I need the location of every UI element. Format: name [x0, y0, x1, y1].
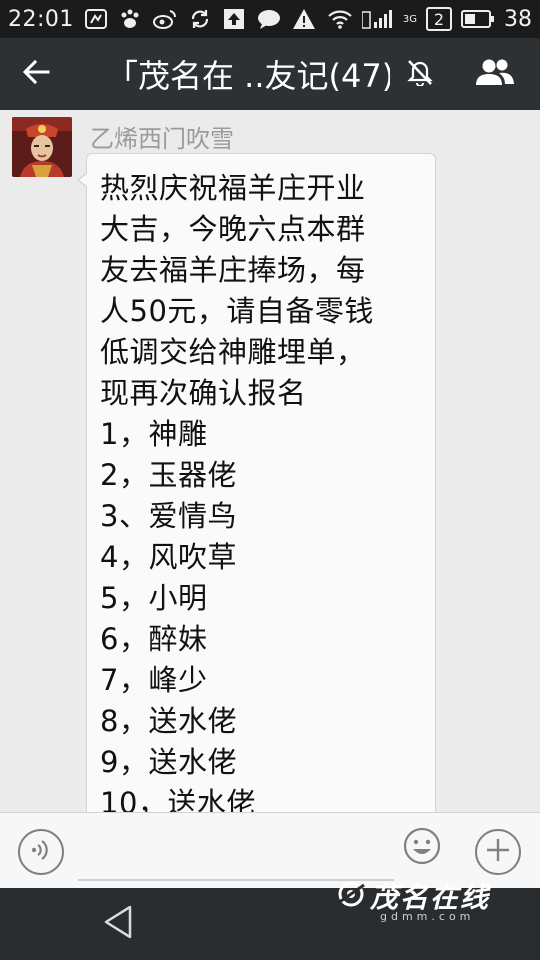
battery-icon	[461, 7, 495, 31]
chat-header: 「茂名在 ..友记(47)	[0, 38, 540, 110]
message-line: 9，送水佬	[100, 745, 237, 779]
voice-button[interactable]	[18, 829, 64, 875]
wifi-icon	[327, 7, 353, 31]
message-line: 10，送水佬	[100, 786, 256, 812]
message-line: 人50元，请自备零钱	[100, 294, 374, 328]
upload-icon	[222, 7, 246, 31]
message-line: 1，神雕	[100, 417, 208, 451]
avatar[interactable]	[12, 117, 72, 177]
message-line: 6，醉妹	[100, 622, 208, 656]
emoji-icon	[403, 827, 441, 869]
message-line: 低调交给神雕埋单，	[100, 335, 366, 369]
back-button[interactable]	[0, 38, 72, 110]
message-line: 8，送水佬	[100, 704, 237, 738]
message-bubble[interactable]: 热烈庆祝福羊庄开业 大吉，今晚六点本群 友去福羊庄捧场，每 人50元，请自备零钱…	[77, 153, 436, 812]
members-button[interactable]	[450, 38, 540, 110]
paw-icon	[118, 7, 142, 31]
sender-name: 乙烯西门吹雪	[90, 125, 234, 153]
group-members-icon	[475, 57, 515, 91]
battery-level: 38	[504, 6, 532, 32]
message-line: 2，玉器佬	[100, 458, 237, 492]
mute-indicator[interactable]	[390, 38, 450, 110]
status-time: 22:01	[8, 6, 74, 32]
triangle-back-icon	[103, 905, 133, 943]
sim-badge: 2	[433, 9, 445, 29]
chat-title: 「茂名在 ..友记(47)	[106, 57, 390, 95]
sim2-icon: 2	[426, 7, 452, 31]
watermark: 茂名在线 gdmm.com	[336, 876, 490, 923]
watermark-logo-icon	[336, 879, 366, 913]
plus-icon	[485, 837, 511, 867]
network-type: 3G	[402, 13, 417, 25]
signal-icon: 3G	[361, 7, 417, 31]
message-line: 现再次确认报名	[100, 376, 307, 410]
watermark-subtext: gdmm.com	[380, 910, 475, 923]
message-line: 大吉，今晚六点本群	[100, 212, 366, 246]
message-input[interactable]	[78, 827, 394, 881]
message-line: 热烈庆祝福羊庄开业	[100, 171, 366, 205]
bell-off-icon	[407, 58, 433, 90]
status-bar: 22:01 3G 2 38	[0, 0, 540, 38]
message-line: 5，小明	[100, 581, 208, 615]
emoji-button[interactable]	[403, 827, 441, 869]
chat-area[interactable]: 乙烯西门吹雪 热烈庆祝福羊庄开业 大吉，今晚六点本群 友去福羊庄捧场，每 人50…	[0, 110, 540, 812]
message-line: 友去福羊庄捧场，每	[100, 253, 366, 287]
chat-bubble-icon	[256, 7, 282, 31]
message-line: 7，峰少	[100, 663, 208, 697]
message-line: 4，风吹草	[100, 540, 237, 574]
arrow-left-icon	[22, 58, 50, 90]
sync-icon	[188, 7, 212, 31]
message-line: 3、爱情鸟	[100, 499, 237, 533]
nav-back-button[interactable]	[98, 904, 138, 944]
more-options-button[interactable]	[475, 829, 521, 875]
moneyprofit-icon	[84, 7, 108, 31]
navigation-bar: 茂名在线 gdmm.com	[0, 881, 540, 960]
warning-icon	[292, 7, 316, 31]
voice-icon	[29, 837, 53, 867]
weibo-icon	[152, 7, 178, 31]
